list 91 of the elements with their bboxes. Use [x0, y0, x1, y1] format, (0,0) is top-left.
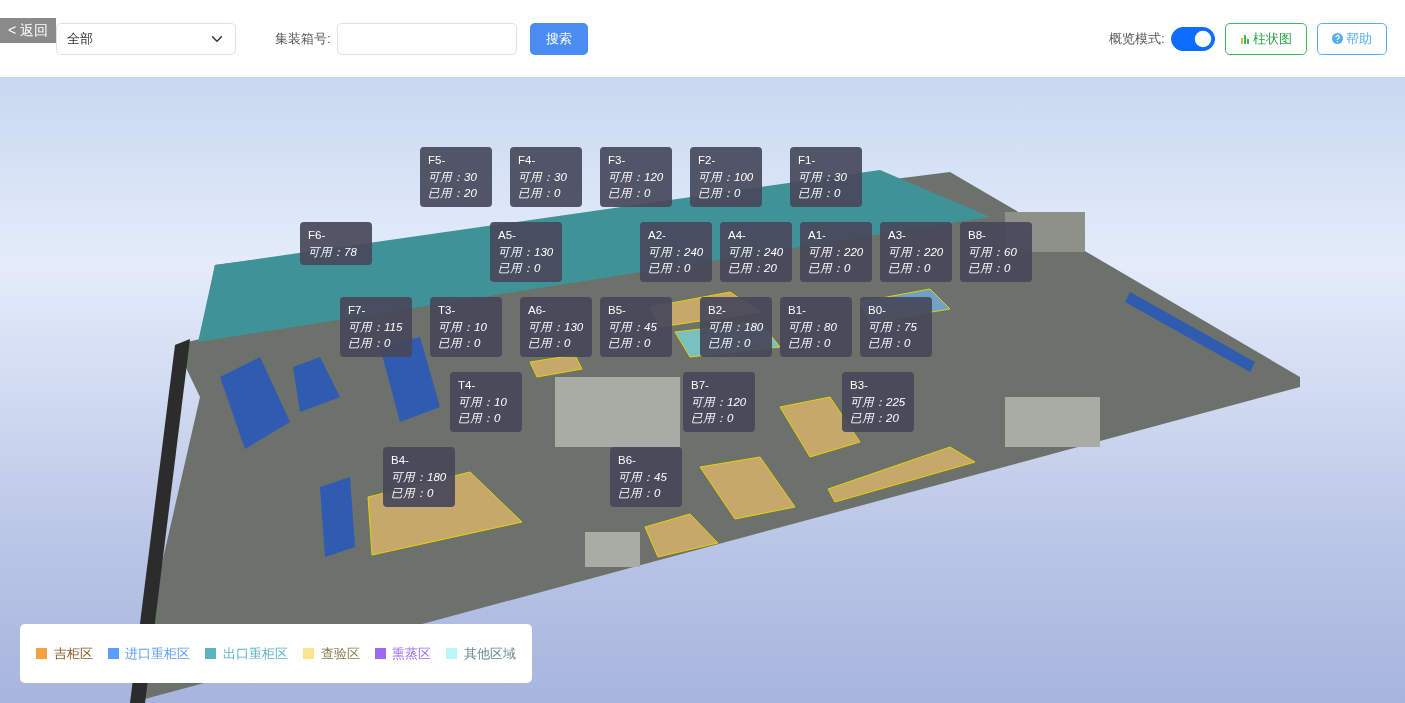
area-name: A4- — [728, 228, 747, 243]
used-count: 已用：0 — [868, 336, 912, 352]
used-count: 已用：0 — [888, 261, 932, 277]
available-count: 可用：120 — [691, 394, 747, 410]
area-name: F6- — [308, 228, 327, 243]
area-name: A5- — [498, 228, 517, 243]
warehouse-roof — [293, 357, 340, 412]
legend-label: 吉柜区 — [53, 644, 93, 663]
available-count: 可用：75 — [868, 319, 918, 335]
used-count: 已用：0 — [808, 261, 852, 277]
available-count: 可用：120 — [608, 169, 664, 185]
area-name: F5- — [428, 153, 447, 168]
overview-mode-switch[interactable] — [1171, 26, 1215, 51]
area-name: B2- — [708, 303, 727, 318]
used-count: 已用：0 — [618, 486, 662, 502]
area-name: F7- — [348, 303, 367, 318]
used-count: 已用：0 — [518, 186, 562, 202]
available-count: 可用：130 — [528, 319, 584, 335]
available-count: 可用：240 — [728, 244, 784, 260]
help-button[interactable]: 帮助 — [1316, 22, 1387, 55]
area-select[interactable]: 全部 — [56, 22, 237, 55]
bar-chart-icon — [1239, 33, 1250, 44]
container-number-input[interactable] — [337, 22, 518, 55]
available-count: 可用：130 — [498, 244, 554, 260]
office-building — [585, 532, 640, 567]
used-count: 已用：0 — [788, 336, 832, 352]
area-name: B3- — [850, 378, 869, 393]
used-count: 已用：0 — [968, 261, 1012, 277]
used-count: 已用：20 — [728, 261, 778, 277]
available-count: 可用：30 — [428, 169, 478, 185]
area-name: B7- — [691, 378, 710, 393]
legend-label: 熏蒸区 — [392, 644, 432, 663]
used-count: 已用：0 — [528, 336, 572, 352]
used-count: 已用：0 — [608, 336, 652, 352]
area-name: F1- — [798, 153, 817, 168]
area-name: F3- — [608, 153, 627, 168]
available-count: 可用：45 — [618, 469, 668, 485]
used-count: 已用：0 — [691, 411, 735, 427]
available-count: 可用：10 — [458, 394, 508, 410]
used-count: 已用：0 — [438, 336, 482, 352]
available-count: 可用：80 — [788, 319, 838, 335]
area-name: F4- — [518, 153, 537, 168]
used-count: 已用：0 — [798, 186, 842, 202]
legend-label: 出口重柜区 — [222, 644, 288, 663]
area-name: A6- — [528, 303, 547, 318]
available-count: 可用：100 — [698, 169, 754, 185]
help-icon — [1331, 33, 1343, 44]
used-count: 已用：0 — [648, 261, 692, 277]
available-count: 可用：30 — [518, 169, 568, 185]
area-name: B8- — [968, 228, 987, 243]
legend-label: 其他区域 — [463, 644, 516, 663]
available-count: 可用：10 — [438, 319, 488, 335]
available-count: 可用：220 — [888, 244, 944, 260]
area-name: F2- — [698, 153, 717, 168]
available-count: 可用：115 — [348, 319, 404, 335]
legend-label: 查验区 — [320, 644, 360, 663]
yard-area — [529, 354, 583, 378]
area-name: B1- — [788, 303, 807, 318]
area-name: B6- — [618, 453, 637, 468]
available-count: 可用：78 — [308, 244, 358, 260]
bar-chart-button[interactable]: 柱状图 — [1224, 22, 1307, 55]
available-count: 可用：240 — [648, 244, 704, 260]
legend-label: 进口重柜区 — [125, 644, 191, 663]
area-name: A2- — [648, 228, 667, 243]
area-name: A1- — [808, 228, 827, 243]
area-name: T3- — [438, 303, 457, 318]
available-count: 可用：60 — [968, 244, 1018, 260]
used-count: 已用：20 — [428, 186, 478, 202]
area-name: B5- — [608, 303, 627, 318]
used-count: 已用：0 — [698, 186, 742, 202]
used-count: 已用：0 — [608, 186, 652, 202]
available-count: 可用：30 — [798, 169, 848, 185]
used-count: 已用：20 — [850, 411, 900, 427]
used-count: 已用：0 — [391, 486, 435, 502]
area-name: B4- — [391, 453, 410, 468]
search-button[interactable]: 搜索 — [530, 22, 589, 55]
area-name: A3- — [888, 228, 907, 243]
available-count: 可用：45 — [608, 319, 658, 335]
overview-mode-label: 概览模式: — [1108, 29, 1165, 48]
used-count: 已用：0 — [498, 261, 542, 277]
available-count: 可用：220 — [808, 244, 864, 260]
used-count: 已用：0 — [458, 411, 502, 427]
available-count: 可用：225 — [850, 394, 906, 410]
used-count: 已用：0 — [348, 336, 392, 352]
available-count: 可用：180 — [708, 319, 764, 335]
used-count: 已用：0 — [708, 336, 752, 352]
back-button[interactable]: < 返回 — [0, 18, 57, 43]
area-name: T4- — [458, 378, 477, 393]
container-number-label: 集装箱号: — [275, 29, 331, 48]
area-name: B0- — [868, 303, 887, 318]
available-count: 可用：180 — [391, 469, 447, 485]
